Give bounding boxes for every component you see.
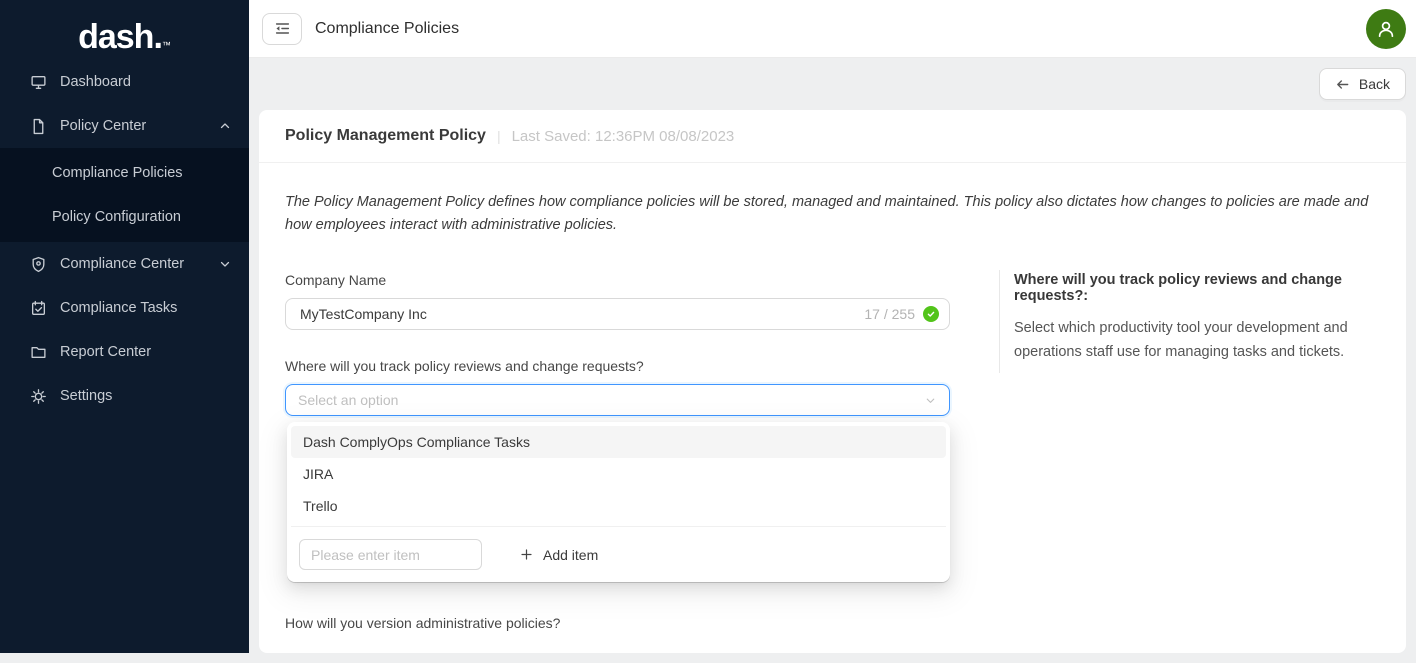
arrow-left-icon bbox=[1335, 77, 1350, 92]
add-item-button[interactable]: Add item bbox=[520, 547, 598, 563]
card-body: The Policy Management Policy defines how… bbox=[259, 163, 1406, 633]
folder-icon bbox=[30, 344, 47, 361]
dropdown-option-dash-complyops[interactable]: Dash ComplyOps Compliance Tasks bbox=[291, 426, 946, 458]
help-body: Select which productivity tool your deve… bbox=[1014, 317, 1380, 365]
valid-check-icon bbox=[923, 306, 939, 322]
user-icon bbox=[1374, 17, 1398, 41]
last-saved-text: Last Saved: 12:36PM 08/08/2023 bbox=[512, 128, 735, 145]
page-title: Compliance Policies bbox=[315, 20, 459, 38]
content-area: Back Policy Management Policy | Last Sav… bbox=[249, 58, 1416, 663]
policy-card: Policy Management Policy | Last Saved: 1… bbox=[259, 110, 1406, 653]
title-separator: | bbox=[497, 128, 501, 144]
dropdown-option-jira[interactable]: JIRA bbox=[291, 458, 946, 490]
sidebar-item-report-center[interactable]: Report Center bbox=[0, 330, 249, 374]
desktop-icon bbox=[30, 74, 47, 91]
sidebar-subitem-label: Policy Configuration bbox=[52, 209, 181, 225]
chevron-down-icon bbox=[219, 258, 231, 270]
menu-fold-icon bbox=[274, 20, 291, 37]
sidebar-item-compliance-policies[interactable]: Compliance Policies bbox=[0, 151, 249, 195]
main-area: Compliance Policies Back Policy Manageme… bbox=[249, 0, 1416, 653]
logo-trademark: ™ bbox=[162, 40, 171, 50]
sidebar-item-policy-configuration[interactable]: Policy Configuration bbox=[0, 195, 249, 239]
toolbar: Back bbox=[259, 68, 1406, 100]
sidebar: dash.™ Dashboard Policy Center Complianc… bbox=[0, 0, 249, 653]
sidebar-item-label: Dashboard bbox=[60, 74, 231, 90]
tracking-select[interactable]: Select an option bbox=[285, 384, 950, 416]
sidebar-item-label: Compliance Tasks bbox=[60, 300, 231, 316]
sidebar-item-policy-center[interactable]: Policy Center bbox=[0, 104, 249, 148]
dropdown-divider bbox=[291, 526, 946, 527]
option-label: JIRA bbox=[303, 466, 333, 482]
card-title: Policy Management Policy bbox=[285, 127, 486, 145]
card-header: Policy Management Policy | Last Saved: 1… bbox=[259, 110, 1406, 163]
policy-description: The Policy Management Policy defines how… bbox=[285, 191, 1380, 237]
sidebar-item-label: Policy Center bbox=[60, 118, 219, 134]
gear-icon bbox=[30, 388, 47, 405]
add-item-label: Add item bbox=[543, 547, 598, 563]
sidebar-item-label: Settings bbox=[60, 388, 231, 404]
select-dropdown: Dash ComplyOps Compliance Tasks JIRA Tre… bbox=[287, 422, 950, 582]
policy-center-submenu: Compliance Policies Policy Configuration bbox=[0, 148, 249, 242]
user-avatar[interactable] bbox=[1366, 9, 1406, 49]
company-name-label: Company Name bbox=[285, 270, 950, 290]
select-placeholder: Select an option bbox=[298, 392, 924, 408]
tracking-select-wrap: Select an option Dash ComplyOps Complian… bbox=[285, 384, 950, 416]
document-icon bbox=[30, 118, 47, 135]
calendar-check-icon bbox=[30, 300, 47, 317]
option-label: Trello bbox=[303, 498, 338, 514]
versioning-question-label: How will you version administrative poli… bbox=[285, 613, 950, 633]
form-column: Company Name 17 / 255 Where will you tra… bbox=[285, 270, 950, 633]
help-panel: Where will you track policy reviews and … bbox=[999, 270, 1380, 373]
sidebar-item-label: Report Center bbox=[60, 344, 231, 360]
sidebar-item-compliance-center[interactable]: Compliance Center bbox=[0, 242, 249, 286]
topbar: Compliance Policies bbox=[249, 0, 1416, 58]
logo: dash.™ bbox=[0, 0, 249, 60]
company-name-field-wrap: 17 / 255 bbox=[285, 298, 950, 330]
sidebar-item-settings[interactable]: Settings bbox=[0, 374, 249, 418]
sidebar-item-compliance-tasks[interactable]: Compliance Tasks bbox=[0, 286, 249, 330]
tracking-question-label: Where will you track policy reviews and … bbox=[285, 356, 950, 376]
sidebar-item-dashboard[interactable]: Dashboard bbox=[0, 60, 249, 104]
shield-icon bbox=[30, 256, 47, 273]
sidebar-collapse-button[interactable] bbox=[262, 13, 302, 45]
back-button[interactable]: Back bbox=[1319, 68, 1406, 100]
company-name-input[interactable] bbox=[298, 305, 864, 323]
add-item-input[interactable] bbox=[299, 539, 482, 570]
sidebar-item-label: Compliance Center bbox=[60, 256, 219, 272]
help-title: Where will you track policy reviews and … bbox=[1014, 272, 1380, 304]
logo-text: dash. bbox=[78, 18, 162, 56]
back-button-label: Back bbox=[1359, 76, 1390, 92]
char-counter: 17 / 255 bbox=[864, 306, 915, 322]
chevron-up-icon bbox=[219, 120, 231, 132]
plus-icon bbox=[520, 548, 533, 561]
dropdown-option-trello[interactable]: Trello bbox=[291, 490, 946, 522]
dropdown-footer: Add item bbox=[291, 531, 946, 578]
option-label: Dash ComplyOps Compliance Tasks bbox=[303, 434, 530, 450]
sidebar-subitem-label: Compliance Policies bbox=[52, 165, 183, 181]
chevron-down-icon bbox=[924, 394, 937, 407]
